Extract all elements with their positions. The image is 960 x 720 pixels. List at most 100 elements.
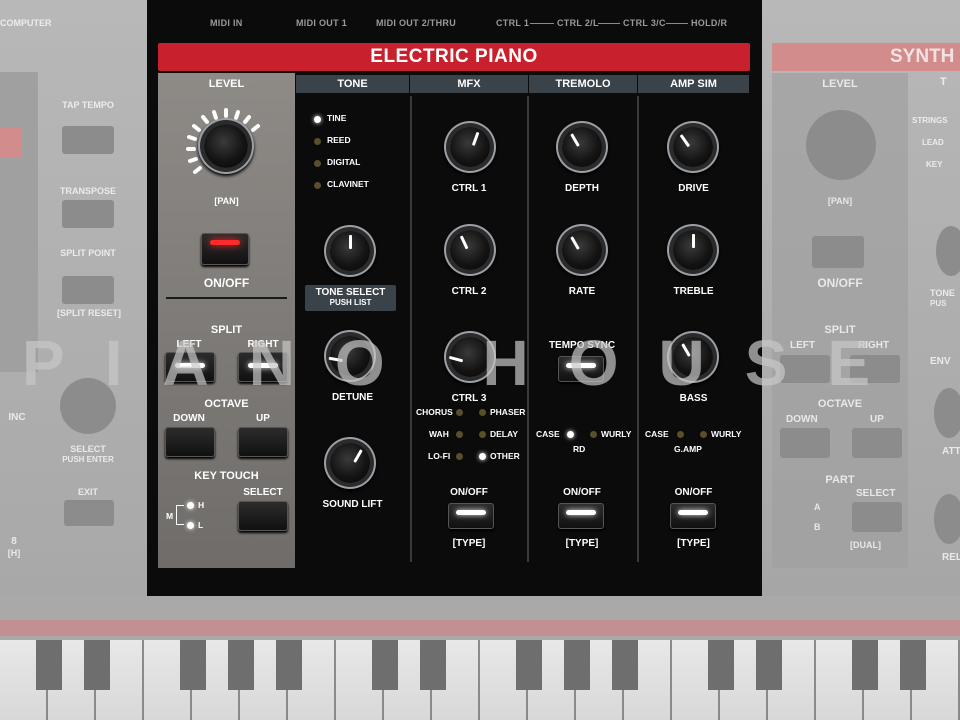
black-key[interactable]	[564, 640, 590, 690]
synth-tone-select-label: TONE	[930, 288, 955, 298]
computer-label: COMPUTER	[0, 18, 52, 28]
knob-indicator	[459, 235, 468, 250]
tremolo-case-label[interactable]: CASE	[536, 429, 560, 439]
knob-indicator	[352, 449, 363, 463]
rate-knob[interactable]	[562, 230, 602, 270]
black-key[interactable]	[900, 640, 926, 690]
tone-type-clavinet[interactable]: CLAVINET	[327, 179, 369, 189]
depth-knob[interactable]	[562, 127, 602, 167]
part-a-label: A	[814, 502, 821, 512]
key-touch-l-led	[187, 522, 194, 529]
rel-knob[interactable]	[934, 494, 960, 544]
drive-knob[interactable]	[673, 127, 713, 167]
black-key[interactable]	[372, 640, 398, 690]
mfx-lo-fi-led	[456, 453, 463, 460]
mfx-wah[interactable]: WAH	[429, 429, 449, 439]
jack-line	[598, 23, 620, 24]
eight-label: 8	[11, 536, 17, 547]
tremolo-on-off-led	[566, 510, 596, 515]
transpose-button[interactable]	[62, 200, 114, 228]
ctrl2-label: CTRL 2	[451, 286, 487, 297]
dual-label: [DUAL]	[850, 540, 881, 550]
black-key[interactable]	[516, 640, 542, 690]
octave-down-label: DOWN	[173, 413, 205, 424]
mfx-on-off-led	[456, 510, 486, 515]
ep-on-off-button[interactable]	[201, 233, 249, 265]
ep-on-off-label: ON/OFF	[203, 276, 250, 290]
treble-label: TREBLE	[673, 286, 714, 297]
black-key[interactable]	[708, 640, 734, 690]
rate-label: RATE	[568, 286, 596, 297]
black-key[interactable]	[420, 640, 446, 690]
octave-up-button[interactable]	[238, 427, 288, 457]
mfx-on-off-label: ON/OFF	[450, 487, 488, 498]
synth-select-button[interactable]	[852, 502, 902, 532]
synth-tone-knob[interactable]	[936, 226, 960, 276]
black-key[interactable]	[612, 640, 638, 690]
synth-down-button[interactable]	[780, 428, 830, 458]
tremolo-on-off-label: ON/OFF	[563, 487, 601, 498]
ctrl2-knob[interactable]	[450, 230, 490, 270]
black-key[interactable]	[276, 640, 302, 690]
amp-case-label[interactable]: CASE	[645, 429, 669, 439]
synth-up-button[interactable]	[852, 428, 902, 458]
jack-line	[530, 23, 554, 24]
drive-label: DRIVE	[678, 183, 709, 194]
ctrl1-label: CTRL 1	[451, 183, 487, 194]
knob-indicator	[471, 131, 479, 146]
tremolo-wurly-label[interactable]: WURLY	[601, 429, 631, 439]
key-touch-l-label: L	[198, 520, 204, 530]
black-key[interactable]	[756, 640, 782, 690]
tremolo-rd-label[interactable]: RD	[573, 444, 585, 454]
tremolo-on-off-button[interactable]	[558, 503, 604, 529]
treble-knob[interactable]	[673, 230, 713, 270]
left-divider	[166, 297, 287, 299]
synth-level-knob[interactable]	[806, 110, 876, 180]
tremolo-case-led	[567, 431, 574, 438]
amp-g-amp-label[interactable]: G.AMP	[674, 444, 702, 454]
synth-pan-label: [PAN]	[827, 196, 853, 206]
octave-down-button[interactable]	[165, 427, 215, 457]
tap-tempo-button[interactable]	[62, 126, 114, 154]
mfx-wah-led	[456, 431, 463, 438]
mfx-chorus[interactable]: CHORUS	[416, 407, 453, 417]
key-label: KEY	[926, 160, 943, 169]
black-key[interactable]	[84, 640, 110, 690]
ctrl1-jack-label: CTRL 1	[496, 18, 530, 28]
mfx-other[interactable]: OTHER	[490, 451, 520, 461]
synth-on-off-button[interactable]	[812, 236, 864, 268]
tone-type-digital[interactable]: DIGITAL	[327, 157, 360, 167]
part-b-label: B	[814, 522, 821, 532]
tone-reed-led	[314, 138, 321, 145]
black-key[interactable]	[36, 640, 62, 690]
black-key[interactable]	[852, 640, 878, 690]
octave-up-label: UP	[256, 413, 270, 424]
split-point-button[interactable]	[62, 276, 114, 304]
synth-level-label: LEVEL	[822, 78, 858, 90]
tone-type-reed[interactable]: REED	[327, 135, 351, 145]
tone-tine-led	[314, 116, 321, 123]
tone-select-label: TONE SELECT	[315, 287, 386, 298]
lead-label: LEAD	[922, 138, 944, 147]
level-knob[interactable]	[204, 124, 248, 168]
sound-lift-knob[interactable]	[330, 443, 370, 483]
key-touch-select-button[interactable]	[238, 501, 288, 531]
black-key[interactable]	[228, 640, 254, 690]
mfx-phaser[interactable]: PHASER	[490, 407, 525, 417]
amp-on-off-button[interactable]	[670, 503, 716, 529]
black-key[interactable]	[180, 640, 206, 690]
level-label: LEVEL	[208, 78, 245, 90]
exit-button[interactable]	[64, 500, 114, 526]
amp-wurly-label[interactable]: WURLY	[711, 429, 741, 439]
mfx-on-off-button[interactable]	[448, 503, 494, 529]
synth-up-label: UP	[870, 414, 884, 425]
tone-select-knob[interactable]	[330, 231, 370, 271]
key-touch-h-label: H	[198, 500, 205, 510]
ctrl1-knob[interactable]	[450, 127, 490, 167]
mfx-delay-led	[479, 431, 486, 438]
amp-sim-header: AMP SIM	[638, 75, 749, 93]
mfx-delay[interactable]: DELAY	[490, 429, 518, 439]
tone-type-tine[interactable]: TINE	[327, 113, 346, 123]
tremolo-header: TREMOLO	[529, 75, 637, 93]
mfx-lo-fi[interactable]: LO-FI	[428, 451, 450, 461]
